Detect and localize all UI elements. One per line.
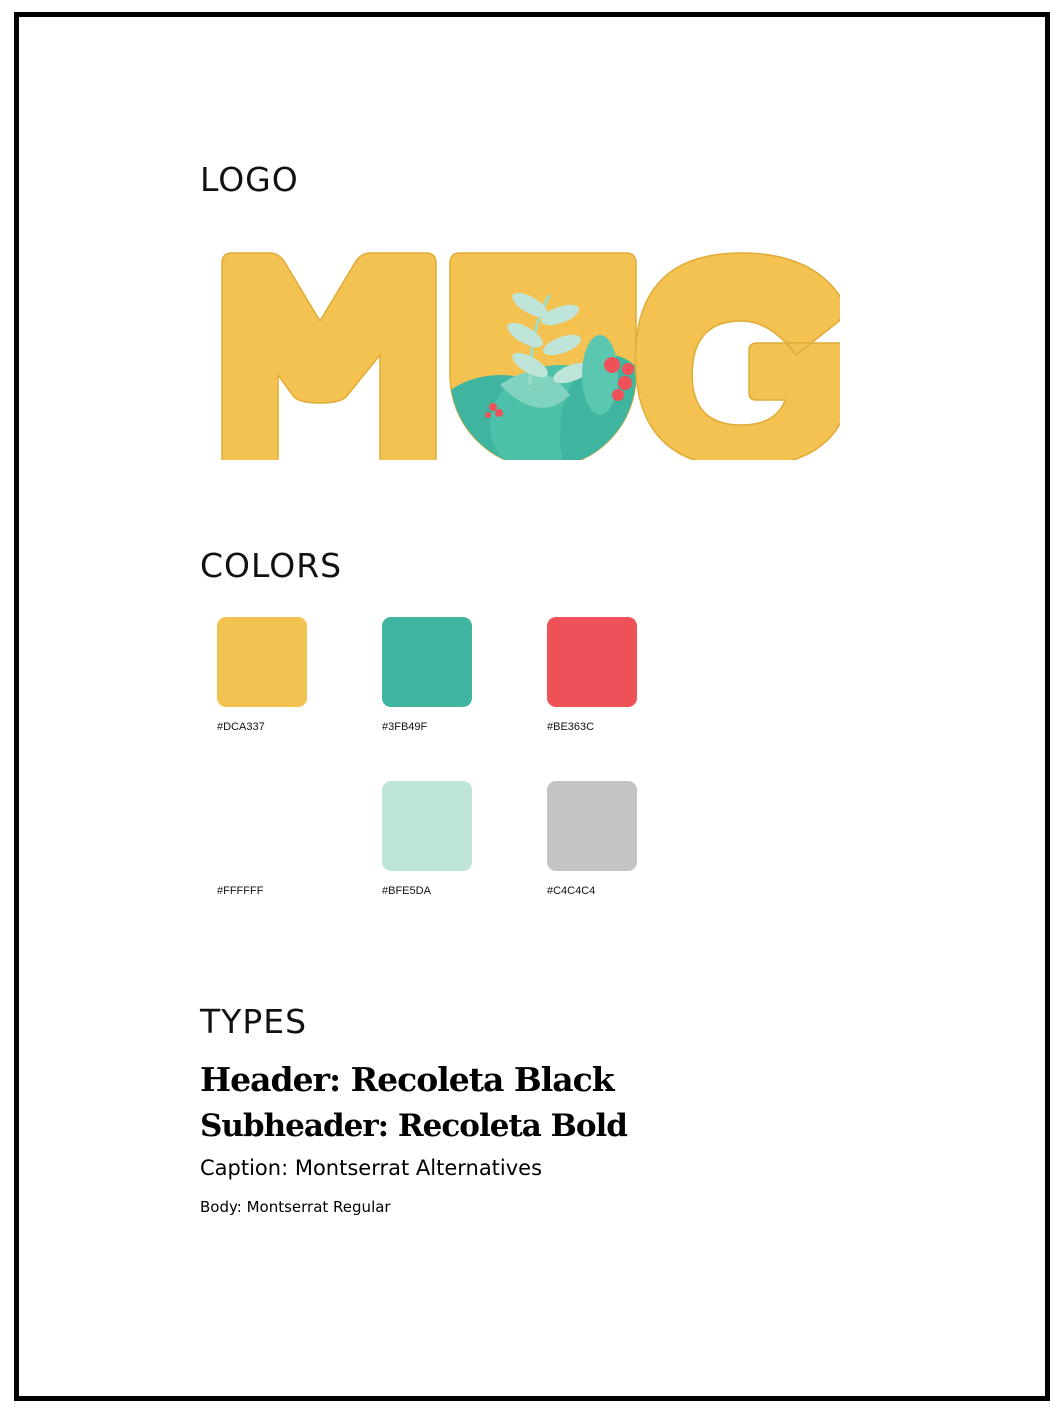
color-swatch-mint — [382, 781, 472, 871]
color-swatch-teal — [382, 617, 472, 707]
type-header-sample: Header: Recoleta Black — [200, 1060, 615, 1099]
logo-letter-g — [634, 252, 852, 468]
color-hex-red: #BE363C — [547, 721, 595, 733]
type-subheader-sample: Subheader: Recoleta Bold — [200, 1108, 628, 1144]
type-caption-sample: Caption: Montserrat Alternatives — [200, 1156, 543, 1180]
color-hex-teal: #3FB49F — [382, 721, 428, 733]
types-section-title: TYPES — [200, 1002, 308, 1041]
mug-logo — [200, 235, 852, 469]
color-swatch-red — [547, 617, 637, 707]
colors-section-title: COLORS — [200, 546, 343, 585]
page-frame — [14, 12, 1050, 1401]
logo-section-title: LOGO — [200, 160, 299, 199]
color-hex-gray: #C4C4C4 — [547, 885, 596, 897]
logo-letter-m — [221, 252, 437, 466]
color-hex-white: #FFFFFF — [217, 885, 264, 897]
color-swatch-white — [217, 781, 307, 871]
color-hex-mint: #BFE5DA — [382, 885, 431, 897]
color-swatch-yellow — [217, 617, 307, 707]
type-body-sample: Body: Montserrat Regular — [200, 1198, 391, 1216]
color-swatch-gray — [547, 781, 637, 871]
color-hex-yellow: #DCA337 — [217, 721, 265, 733]
mug-logo-graphic — [221, 252, 852, 469]
